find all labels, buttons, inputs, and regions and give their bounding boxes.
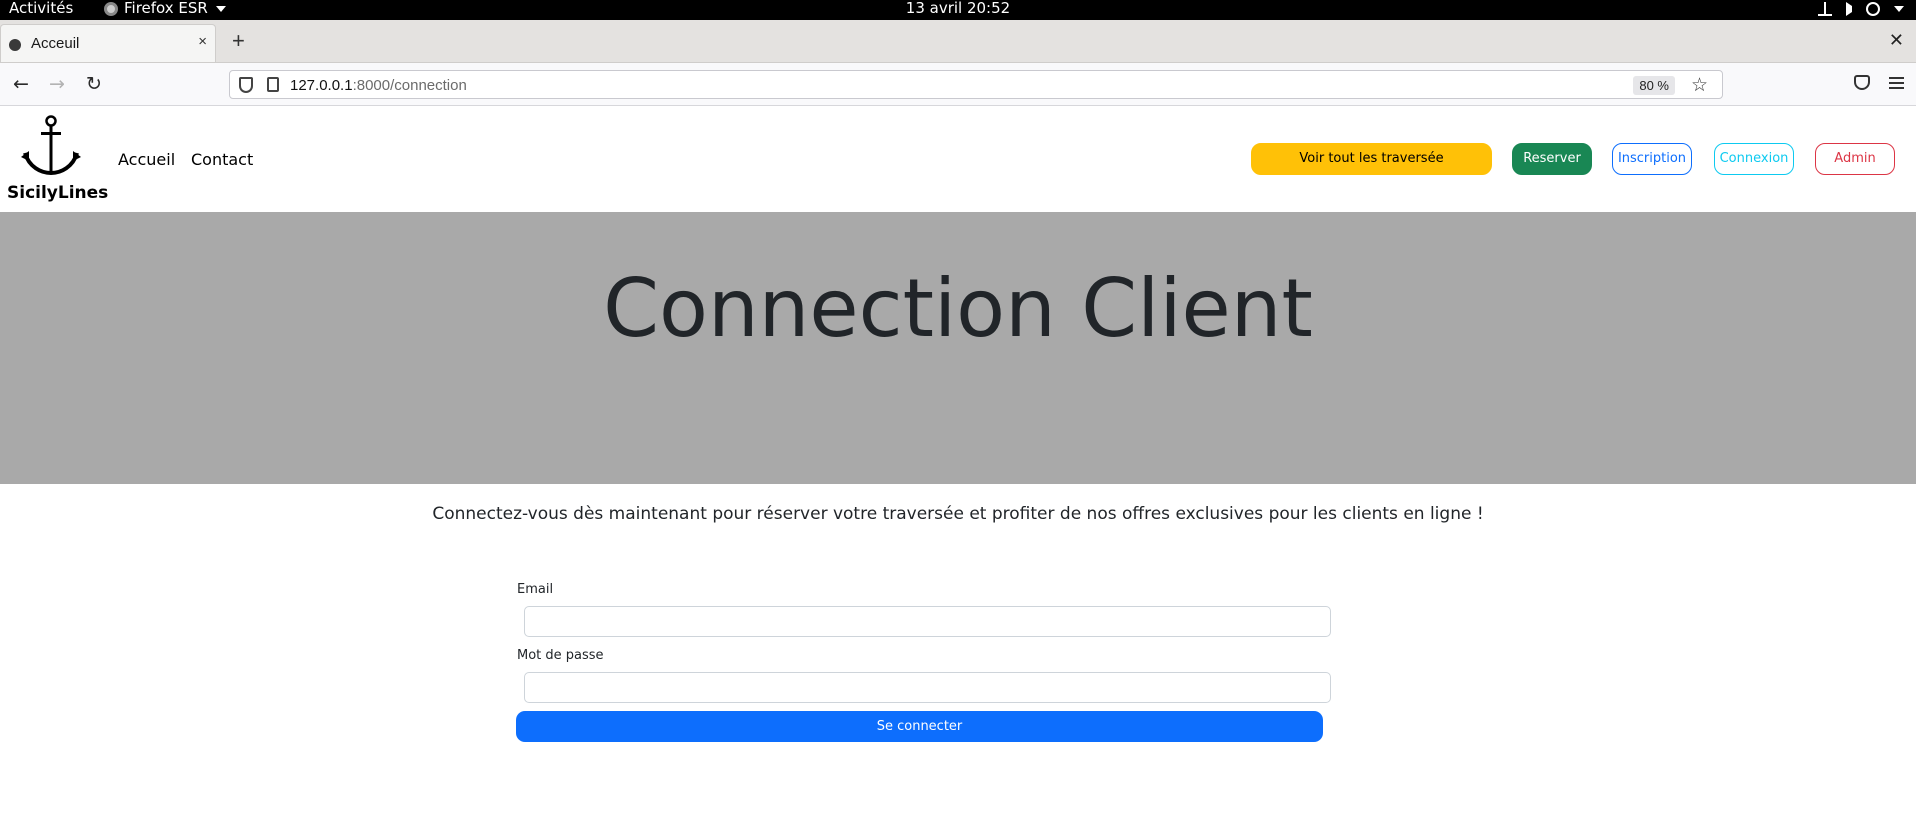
site-header: SicilyLines Accueil Contact Voir tout le… (0, 107, 1916, 212)
url-path: :8000/connection (352, 77, 467, 94)
chevron-down-icon (1894, 6, 1904, 12)
chevron-down-icon (215, 5, 226, 12)
close-tab-icon[interactable]: × (198, 33, 207, 50)
password-field[interactable] (524, 672, 1331, 703)
new-tab-button[interactable]: + (232, 30, 245, 52)
login-button[interactable]: Connexion (1714, 143, 1794, 175)
forward-button[interactable]: → (46, 73, 68, 95)
anchor-icon (21, 115, 81, 176)
submit-login-button[interactable]: Se connecter (516, 711, 1323, 742)
window-close-button[interactable]: ✕ (1889, 30, 1904, 51)
network-icon (1818, 2, 1832, 16)
shield-icon[interactable] (239, 77, 253, 93)
app-menu[interactable]: Firefox ESR (104, 0, 226, 17)
register-button[interactable]: Inscription (1612, 143, 1692, 175)
password-label: Mot de passe (517, 648, 604, 663)
tab-title: Acceuil (31, 35, 80, 52)
menu-icon[interactable] (1889, 77, 1904, 89)
browser-tab[interactable]: Acceuil × (0, 24, 216, 62)
brand-name: SicilyLines (7, 183, 109, 203)
url-host: 127.0.0.1 (290, 77, 353, 94)
system-top-bar: Activités Firefox ESR 13 avril 20:52 (0, 0, 1916, 20)
intro-text: Connectez-vous dès maintenant pour réser… (432, 504, 1484, 524)
power-icon (1866, 2, 1880, 16)
tab-strip: Acceuil × + ✕ (0, 20, 1916, 63)
arrow-right-icon: → (49, 73, 65, 95)
nav-link-contact[interactable]: Contact (191, 150, 253, 169)
email-label: Email (517, 582, 554, 597)
activities-button[interactable]: Activités (9, 0, 73, 17)
firefox-icon (104, 1, 118, 16)
email-field[interactable] (524, 606, 1331, 637)
all-crossings-button[interactable]: Voir tout les traversée (1251, 143, 1492, 175)
url-text[interactable]: 127.0.0.1:8000/connection (290, 77, 467, 94)
page-info-icon[interactable] (267, 77, 279, 92)
volume-icon (1846, 2, 1852, 16)
reload-button[interactable]: ↻ (83, 73, 105, 95)
nav-link-accueil[interactable]: Accueil (118, 150, 175, 169)
system-tray[interactable] (1818, 2, 1904, 16)
hero-banner: Connection Client (0, 212, 1916, 484)
app-menu-label: Firefox ESR (124, 0, 208, 17)
browser-navbar: ← → ↻ 127.0.0.1:8000/connection 80 % ☆ (0, 63, 1916, 106)
favicon-icon (9, 39, 21, 51)
back-button[interactable]: ← (10, 73, 32, 95)
clock[interactable]: 13 avril 20:52 (0, 0, 1916, 17)
pocket-icon[interactable] (1854, 75, 1870, 90)
arrow-left-icon: ← (13, 73, 29, 95)
bookmark-star-icon[interactable]: ☆ (1691, 74, 1708, 97)
book-button[interactable]: Reserver (1512, 143, 1592, 175)
zoom-level-badge[interactable]: 80 % (1633, 76, 1675, 95)
url-bar[interactable]: 127.0.0.1:8000/connection 80 % ☆ (229, 70, 1723, 99)
brand-logo[interactable]: SicilyLines (7, 115, 108, 205)
page-title: Connection Client (603, 262, 1313, 355)
admin-button[interactable]: Admin (1815, 143, 1895, 175)
reload-icon: ↻ (86, 73, 102, 95)
